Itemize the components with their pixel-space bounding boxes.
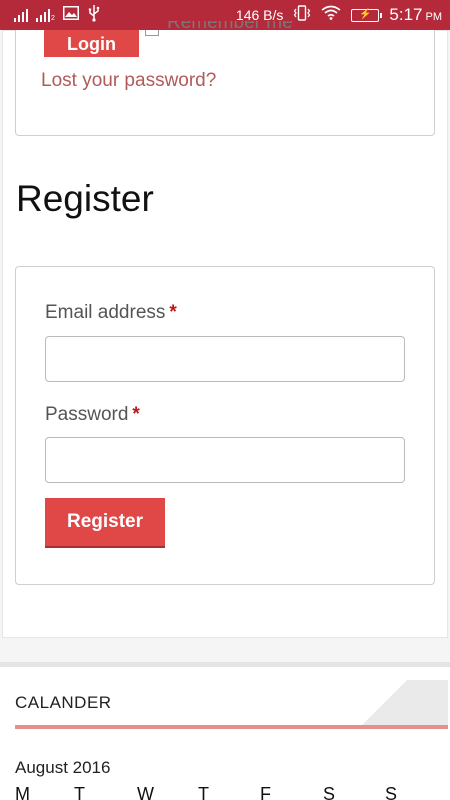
password-label: Password * [45,404,140,426]
wifi-icon [321,5,341,25]
clock: 5:17 PM [389,5,442,25]
calendar-widget: CALANDER August 2016 M T W T F S S [0,667,450,800]
vibrate-icon [293,4,311,26]
weekday-label: S [323,784,336,800]
email-field[interactable] [45,336,405,382]
email-label-text: Email address [45,302,166,323]
password-field[interactable] [45,437,405,483]
signal-icon [14,8,28,22]
widget-title: CALANDER [15,693,112,712]
required-mark: * [132,404,140,425]
widget-title-underline [15,725,448,729]
weekday-label: S [385,784,398,800]
register-heading: Register [16,178,154,219]
email-label: Email address * [45,302,177,324]
password-label-text: Password [45,404,129,425]
weekday-label: M [15,784,30,800]
sim-slot-number: 2 [51,15,55,22]
register-button[interactable]: Register [45,498,165,548]
widget-title-decoration [362,680,448,725]
clock-ampm: PM [425,11,443,23]
calendar-weekday-row: M T W T F S S [15,784,435,800]
lost-password-link[interactable]: Lost your password? [41,70,216,92]
weekday-label: F [260,784,271,800]
weekday-label: T [74,784,85,800]
login-button-label: Login [67,33,116,54]
usb-icon [87,4,101,27]
signal-icon: 2 [36,8,55,22]
remember-me-checkbox[interactable] [145,30,159,36]
remember-me-label: Remember me [167,21,293,36]
clock-time: 5:17 [389,5,423,24]
required-mark: * [169,302,177,323]
calendar-month: August 2016 [15,758,111,777]
weekday-label: T [198,784,209,800]
status-bar-left: 2 [14,4,101,27]
remember-me-text: Remember me [167,21,293,33]
battery-charging-icon: ⚡ [351,8,383,22]
login-button[interactable]: Login [44,30,139,57]
weekday-label: W [137,784,154,800]
image-icon [62,5,79,25]
